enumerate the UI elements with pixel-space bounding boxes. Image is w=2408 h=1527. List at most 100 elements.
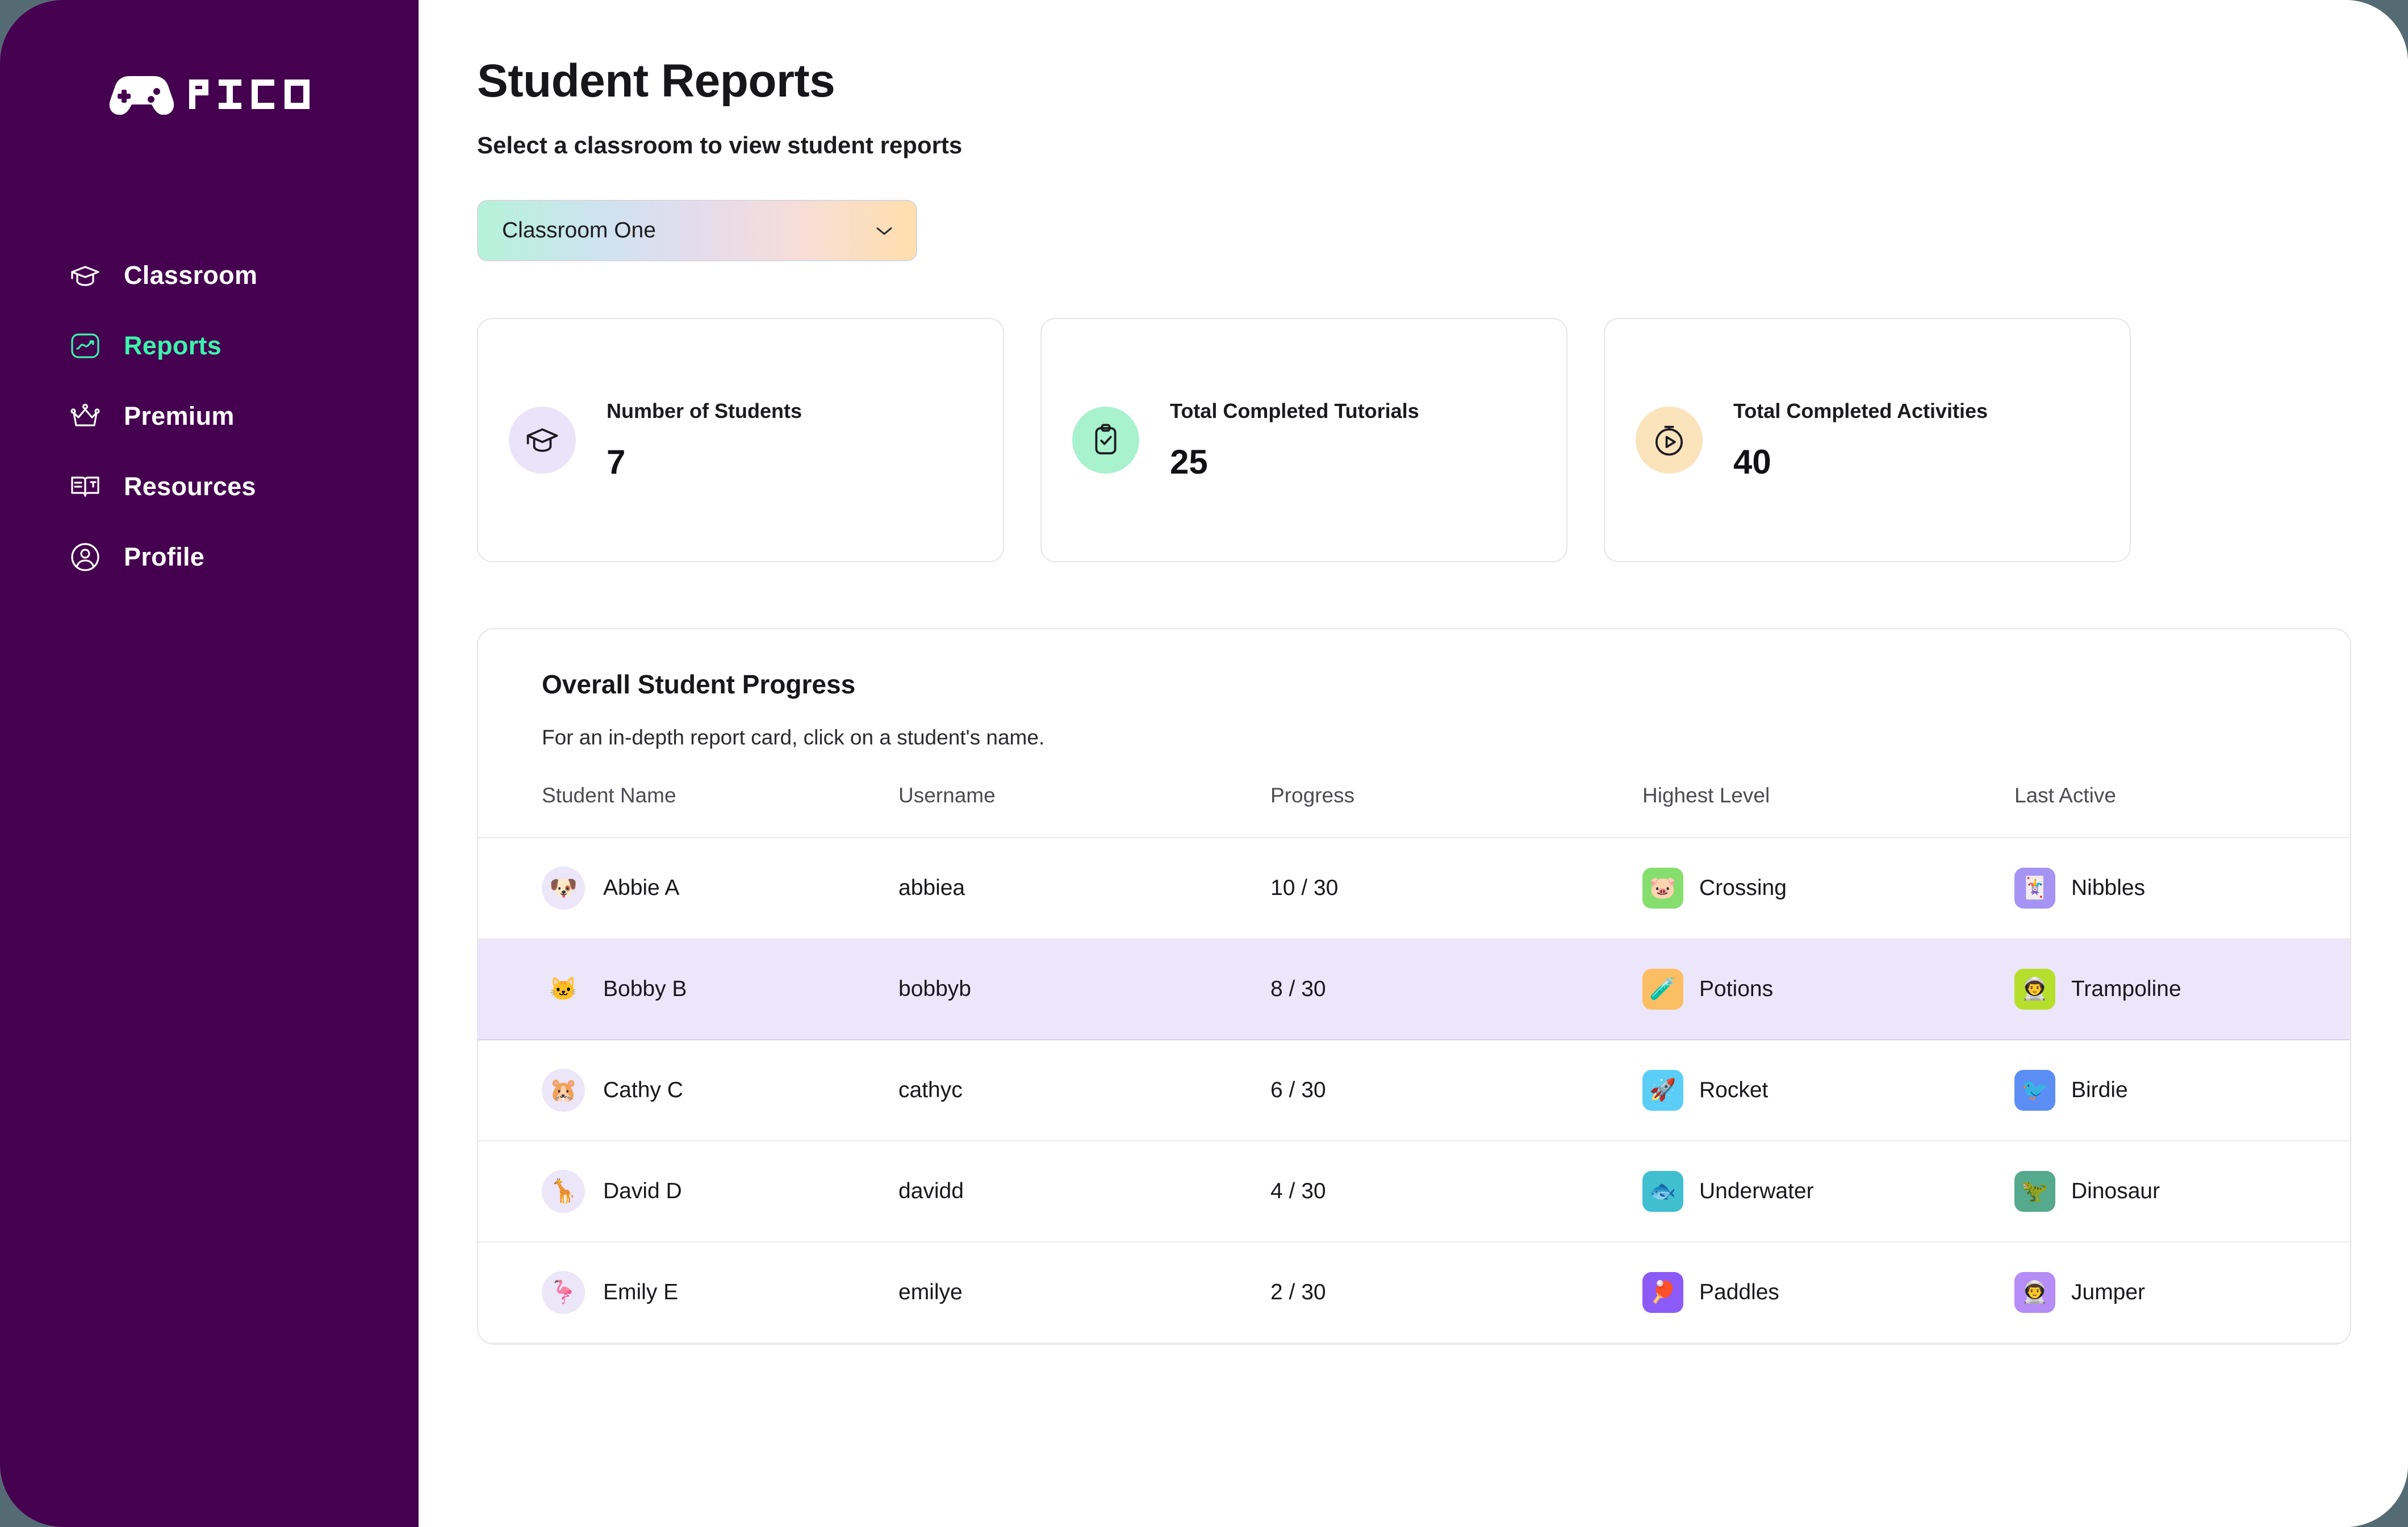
student-name-link[interactable]: Bobby B xyxy=(603,977,687,1002)
student-name-link[interactable]: Abbie A xyxy=(603,876,679,901)
stats-row: Number of Students 7 Total Completed Tut… xyxy=(477,318,2408,562)
red-bird-icon: 🐦 xyxy=(2014,1070,2055,1111)
giraffe-avatar[interactable]: 🦒 xyxy=(542,1170,585,1213)
classroom-select-value: Classroom One xyxy=(502,218,656,243)
cell-last-active: 🃏Nibbles xyxy=(2014,838,2350,939)
progress-panel-subtitle: For an in-depth report card, click on a … xyxy=(478,700,2350,750)
sidebar-item-label: Profile xyxy=(124,542,204,572)
sidebar-item-profile[interactable]: Profile xyxy=(0,541,419,573)
cell-progress: 2 / 30 xyxy=(1270,1242,1642,1343)
sidebar-item-label: Resources xyxy=(124,472,256,501)
progress-panel-title: Overall Student Progress xyxy=(478,629,2350,700)
hamster-avatar[interactable]: 🐹 xyxy=(542,1069,585,1112)
user-circle-icon xyxy=(69,541,101,573)
table-row[interactable]: 🦒David Ddavidd4 / 30🐟Underwater🦖Dinosaur xyxy=(478,1141,2350,1242)
table-row[interactable]: 🐹 Cathy C cathyc6 / 30🚀Rocket🐦 Birdie xyxy=(478,1040,2350,1141)
last-active-cell: 👨‍🚀 Jumper xyxy=(2014,1272,2350,1313)
page-title: Student Reports xyxy=(477,55,2408,108)
sidebar-nav: Classroom Reports Premium xyxy=(0,260,419,573)
stat-text: Total Completed Tutorials 25 xyxy=(1170,399,1419,482)
table-row[interactable]: 🐶Abbie Aabbiea10 / 30🐷Crossing🃏Nibbles xyxy=(478,838,2350,939)
cell-username: davidd xyxy=(898,1141,1270,1242)
flamingo-avatar[interactable]: 🦩 xyxy=(542,1271,585,1314)
brand-wordmark xyxy=(189,80,310,109)
stat-icon-badge xyxy=(509,407,576,474)
student-name-cell[interactable]: 🐱 Bobby B xyxy=(542,968,898,1011)
highest-level-cell: 🚀Rocket xyxy=(1642,1070,2014,1111)
column-header-highest-level[interactable]: Highest Level xyxy=(1642,784,2014,838)
stat-card-total-completed-tutorials: Total Completed Tutorials 25 xyxy=(1040,318,1567,562)
cell-username: emilye xyxy=(898,1242,1270,1343)
highest-level-label: Crossing xyxy=(1699,876,1787,901)
student-name-link[interactable]: Emily E xyxy=(603,1280,678,1305)
sidebar-item-label: Classroom xyxy=(124,261,257,290)
highest-level-cell: 🧪Potions xyxy=(1642,969,2014,1010)
sidebar-item-reports[interactable]: Reports xyxy=(0,330,419,362)
last-active-label: Trampoline xyxy=(2071,977,2181,1002)
stat-icon-badge xyxy=(1072,407,1139,474)
column-header-username[interactable]: Username xyxy=(898,784,1270,838)
cell-student-name[interactable]: 🐹 Cathy C xyxy=(478,1040,898,1141)
dinosaur-icon: 🦖 xyxy=(2014,1171,2055,1212)
column-header-student-name[interactable]: Student Name xyxy=(478,784,898,838)
highest-level-cell: 🏓 Paddles xyxy=(1642,1272,2014,1313)
cell-last-active: 👨‍🚀Trampoline xyxy=(2014,939,2350,1040)
stat-card-number-of-students: Number of Students 7 xyxy=(477,318,1004,562)
astronaut-icon: 👨‍🚀 xyxy=(2014,1272,2055,1313)
sidebar-item-resources[interactable]: Resources xyxy=(0,471,419,503)
column-header-progress[interactable]: Progress xyxy=(1270,784,1642,838)
last-active-cell: 🐦 Birdie xyxy=(2014,1070,2350,1111)
table-header-row: Student Name Username Progress Highest L… xyxy=(478,784,2350,838)
highest-level-label: Potions xyxy=(1699,977,1773,1002)
cell-username: bobbyb xyxy=(898,939,1270,1040)
table-row[interactable]: 🐱Bobby Bbobbyb8 / 30🧪Potions👨‍🚀Trampolin… xyxy=(478,939,2350,1040)
rocket-ship-icon: 🚀 xyxy=(1642,1070,1683,1111)
cell-highest-level: 🧪Potions xyxy=(1642,939,2014,1040)
stat-text: Number of Students 7 xyxy=(607,399,802,482)
student-name-cell[interactable]: 🐶 Abbie A xyxy=(542,867,898,910)
last-active-label: Jumper xyxy=(2071,1280,2145,1305)
highest-level-cell: 🐷 Crossing xyxy=(1642,868,2014,909)
dog-avatar[interactable]: 🐶 xyxy=(542,867,585,910)
clipboard-check-icon xyxy=(1088,422,1123,458)
pig-icon: 🐷 xyxy=(1642,868,1683,909)
sidebar-item-classroom[interactable]: Classroom xyxy=(0,260,419,291)
highest-level-label: Paddles xyxy=(1699,1280,1779,1305)
pico-wordmark-icon xyxy=(189,80,310,109)
crown-icon xyxy=(69,400,101,432)
chevron-down-icon xyxy=(873,224,896,237)
cat-avatar[interactable]: 🐱 xyxy=(542,968,585,1011)
cell-student-name[interactable]: 🐱 Bobby B xyxy=(478,939,898,1040)
stat-card-total-completed-activities: Total Completed Activities 40 xyxy=(1604,318,2131,562)
column-header-last-active[interactable]: Last Active xyxy=(2014,784,2350,838)
cell-last-active: 🦖 Dinosaur xyxy=(2014,1141,2350,1242)
cell-student-name[interactable]: 🦩 Emily E xyxy=(478,1242,898,1343)
student-name-cell[interactable]: 🐹 Cathy C xyxy=(542,1069,898,1112)
sidebar-item-label: Premium xyxy=(124,401,235,431)
gamepad-icon xyxy=(109,74,174,115)
last-active-label: Birdie xyxy=(2071,1078,2128,1103)
classroom-select[interactable]: Classroom One xyxy=(477,200,917,261)
student-name-link[interactable]: David D xyxy=(603,1179,682,1204)
stat-label: Total Completed Activities xyxy=(1733,399,1988,423)
sidebar-item-premium[interactable]: Premium xyxy=(0,400,419,432)
brand-logo[interactable] xyxy=(0,74,419,115)
student-name-cell[interactable]: 🦒 David D xyxy=(542,1170,898,1213)
cell-progress: 6 / 30 xyxy=(1270,1040,1642,1141)
table-head: Student Name Username Progress Highest L… xyxy=(478,784,2350,838)
stat-value: 25 xyxy=(1170,442,1419,482)
page-subtitle: Select a classroom to view student repor… xyxy=(477,132,2408,159)
sidebar: Classroom Reports Premium xyxy=(0,0,419,1527)
cell-last-active: 🐦 Birdie xyxy=(2014,1040,2350,1141)
last-active-label: Dinosaur xyxy=(2071,1179,2160,1204)
graduation-cap-icon xyxy=(69,260,101,291)
cell-student-name[interactable]: 🐶 Abbie A xyxy=(478,838,898,939)
cell-username: cathyc xyxy=(898,1040,1270,1141)
highest-level-cell: 🐟Underwater xyxy=(1642,1171,2014,1212)
cell-student-name[interactable]: 🦒 David D xyxy=(478,1141,898,1242)
paddle-ball-icon: 🏓 xyxy=(1642,1272,1683,1313)
student-name-link[interactable]: Cathy C xyxy=(603,1078,683,1103)
table-row[interactable]: 🦩 Emily E emilye2 / 30🏓 Paddles 👨‍🚀 Jumper xyxy=(478,1242,2350,1343)
student-name-cell[interactable]: 🦩 Emily E xyxy=(542,1271,898,1314)
last-active-label: Nibbles xyxy=(2071,876,2145,901)
